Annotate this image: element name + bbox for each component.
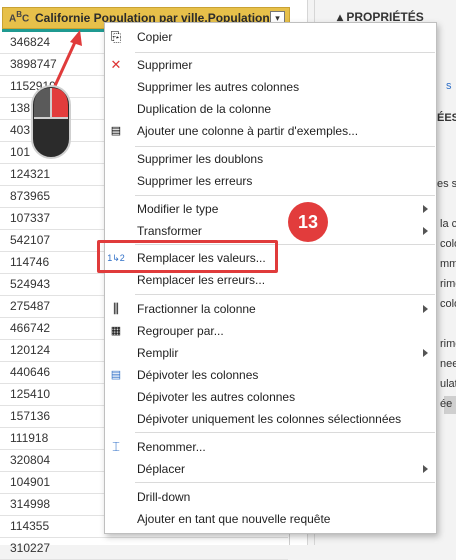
menu-separator [135,52,435,53]
menu-item-drill-down[interactable]: Drill-down [105,486,436,508]
menu-item-label: Drill-down [137,490,191,504]
panel-text-fragment: colo [440,298,456,310]
menu-item-fractionner[interactable]: ⫼ Fractionner la colonne [105,298,436,320]
menu-item-label: Supprimer [137,58,193,72]
add-column-icon: ▤ [110,125,122,137]
rename-icon: ⌶ [112,439,120,454]
submenu-arrow-icon [423,465,428,473]
mouse-icon [31,85,71,159]
menu-item-label: Dépivoter uniquement les colonnes sélect… [137,412,402,426]
menu-item-nouvelle-requete[interactable]: Ajouter en tant que nouvelle requête [105,508,436,530]
panel-heading-fragment: ÉES [437,112,456,124]
menu-item-supprimer-autres[interactable]: Supprimer les autres colonnes [105,76,436,98]
menu-item-transformer[interactable]: Transformer [105,220,436,242]
panel-text-fragment: es su [437,178,456,190]
menu-item-depivoter-autres[interactable]: Dépivoter les autres colonnes [105,386,436,408]
menu-item-label: Regrouper par... [137,324,224,338]
menu-item-depivoter[interactable]: ▤ Dépivoter les colonnes [105,364,436,386]
menu-item-supprimer-doublons[interactable]: Supprimer les doublons [105,148,436,170]
menu-item-label: Déplacer [137,462,186,476]
submenu-arrow-icon [423,305,428,313]
menu-item-depivoter-selection[interactable]: Dépivoter uniquement les colonnes sélect… [105,408,436,430]
panel-text-fragment: rime [440,278,456,290]
menu-item-label: Supprimer les doublons [137,152,264,166]
menu-item-label: Ajouter en tant que nouvelle requête [137,512,331,526]
unpivot-icon: ▤ [110,369,122,381]
menu-item-label: Modifier le type [137,202,219,216]
panel-text-fragment: ulati [440,378,456,390]
menu-item-label: Renommer... [137,440,206,454]
menu-item-label: Copier [137,30,173,44]
delete-icon: ✕ [110,57,122,72]
menu-item-modifier-type[interactable]: Modifier le type [105,198,436,220]
menu-item-label: Ajouter une colonne à partir d'exemples.… [137,124,359,138]
menu-item-label: Fractionner la colonne [137,302,256,316]
panel-text-fragment: nee [440,358,456,370]
menu-item-label: Dépivoter les colonnes [137,368,259,382]
panel-text-fragment: colo [440,238,456,250]
menu-item-label: Dépivoter les autres colonnes [137,390,296,404]
menu-separator [135,146,435,147]
table-row[interactable]: 310227 [0,538,288,560]
menu-separator [135,432,435,433]
menu-item-duplication[interactable]: Duplication de la colonne [105,98,436,120]
group-by-icon: ▦ [110,325,122,337]
menu-item-ajouter-exemples[interactable]: ▤ Ajouter une colonne à partir d'exemple… [105,120,436,142]
menu-item-copier[interactable]: ⎘ Copier [105,26,436,48]
menu-item-regrouper[interactable]: ▦ Regrouper par... [105,320,436,342]
menu-item-label: Remplacer les erreurs... [137,273,266,287]
context-menu: ⎘ Copier ✕ Supprimer Supprimer les autre… [104,22,437,534]
submenu-arrow-icon [423,205,428,213]
submenu-arrow-icon [423,227,428,235]
menu-item-supprimer[interactable]: ✕ Supprimer [105,54,436,76]
step-badge: 13 [288,202,328,242]
copy-icon: ⎘ [110,29,122,44]
menu-item-label: Transformer [137,224,202,238]
panel-text-fragment: mme [440,258,456,270]
panel-text-fragment: la c [440,218,456,230]
menu-separator [135,195,435,196]
panel-text-fragment: ée [440,398,453,410]
menu-item-label: Duplication de la colonne [137,102,272,116]
highlight-box [97,240,278,273]
menu-item-remplir[interactable]: Remplir [105,342,436,364]
menu-item-supprimer-erreurs[interactable]: Supprimer les erreurs [105,170,436,192]
text-type-icon[interactable]: ABC [9,10,29,24]
menu-item-label: Supprimer les autres colonnes [137,80,300,94]
panel-text-fragment: rime [440,338,456,350]
menu-separator [135,294,435,295]
menu-separator [135,482,435,483]
menu-item-label: Remplir [137,346,179,360]
menu-item-deplacer[interactable]: Déplacer [105,458,436,480]
menu-item-renommer[interactable]: ⌶ Renommer... [105,436,436,458]
submenu-arrow-icon [423,349,428,357]
menu-item-label: Supprimer les erreurs [137,174,253,188]
split-column-icon: ⫼ [113,301,119,316]
panel-link-fragment[interactable]: s [446,80,452,92]
